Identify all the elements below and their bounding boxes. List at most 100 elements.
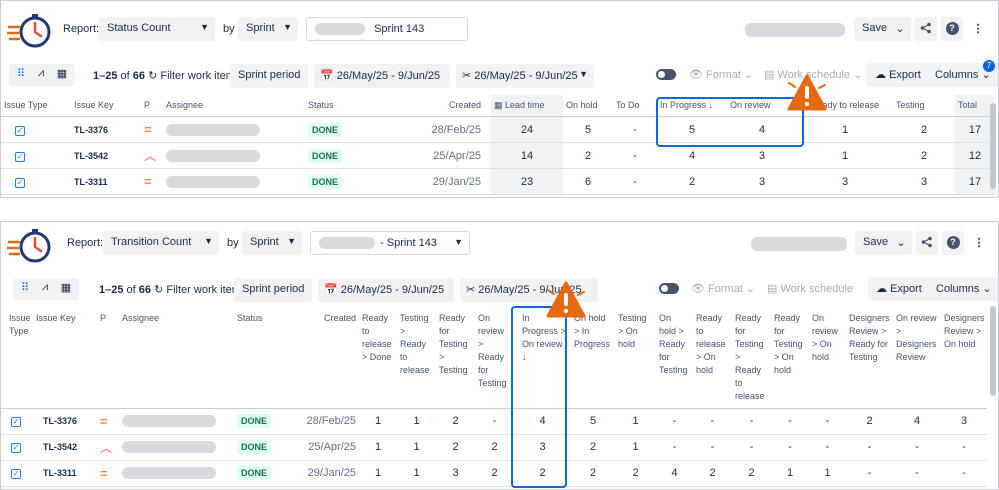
- toggle-switch[interactable]: [656, 69, 676, 80]
- group-by-select[interactable]: Sprint ▼: [242, 231, 302, 255]
- col-priority[interactable]: P: [141, 95, 163, 117]
- col-status[interactable]: Status: [305, 95, 415, 117]
- col-in-progress[interactable]: In Progress ↓: [657, 95, 727, 117]
- col-issue-key[interactable]: Issue Key: [33, 308, 97, 408]
- export-button[interactable]: ☁ Export: [867, 63, 929, 87]
- period-select[interactable]: Sprint period: [234, 278, 312, 302]
- col-issue-key[interactable]: Issue Key: [71, 95, 141, 117]
- issue-key[interactable]: TL-3311: [33, 460, 97, 486]
- col-transition-3[interactable]: Ready for Testing > Testing: [436, 308, 475, 408]
- refresh-icon[interactable]: ↻: [154, 284, 163, 296]
- col-transition-4[interactable]: On review > Ready for Testing: [475, 308, 514, 408]
- col-on-hold[interactable]: On hold: [563, 95, 613, 117]
- col-transition-8[interactable]: On hold > Ready for Testing: [656, 308, 693, 408]
- col-created[interactable]: Created: [415, 95, 491, 117]
- scissors-icon: ✂: [466, 284, 475, 296]
- table-row[interactable]: ✓ TL-3311 = DONE 29/Jan/25 1 1 3 2 2 2 2…: [1, 460, 987, 486]
- status-cell: DONE: [227, 408, 299, 434]
- pivot-view-icon[interactable]: ▦: [52, 67, 72, 83]
- issue-type-cell: ✓: [1, 143, 71, 169]
- more-button[interactable]: ⋮: [968, 231, 990, 255]
- trim-range-select[interactable]: ✂ 26/May/25 - 9/Jun/25 ▼: [456, 64, 594, 88]
- save-options-button[interactable]: ⌄: [890, 231, 912, 255]
- toggle-switch[interactable]: [659, 283, 679, 294]
- col-issue-type[interactable]: Issue Type: [1, 308, 33, 408]
- col-transition-15[interactable]: Designers Review > On hold: [941, 308, 987, 408]
- share-button[interactable]: [916, 231, 938, 255]
- col-status[interactable]: Status: [227, 308, 299, 408]
- status-badge: DONE: [237, 414, 271, 428]
- chevron-down-icon: ▼: [204, 236, 213, 246]
- issue-key[interactable]: TL-3311: [71, 169, 141, 195]
- group-by-select[interactable]: Sprint ▼: [238, 17, 298, 41]
- issue-key[interactable]: TL-3376: [71, 117, 141, 143]
- format-button: 👁 Format ⌄: [691, 282, 755, 295]
- col-to-do[interactable]: To Do: [613, 95, 657, 117]
- redacted-text: [166, 150, 260, 162]
- chevron-down-icon: ▼: [283, 22, 292, 32]
- chart-view-icon[interactable]: ⩘: [31, 67, 51, 83]
- list-view-icon[interactable]: ⠿: [11, 67, 31, 83]
- count-of: of: [127, 284, 136, 296]
- vertical-scrollbar[interactable]: [990, 306, 996, 396]
- col-transition-7[interactable]: Testing > On hold: [615, 308, 656, 408]
- col-transition-5[interactable]: In Progress > On review ↓: [514, 308, 571, 408]
- table-row[interactable]: ✓ TL-3542 ︿ DONE 25/Apr/25 1 1 2 2 3 2 1…: [1, 434, 987, 460]
- pivot-view-icon[interactable]: ▦: [56, 281, 76, 297]
- col-issue-type[interactable]: Issue Type: [1, 95, 71, 117]
- date-range-select[interactable]: 📅 26/May/25 - 9/Jun/25: [318, 278, 454, 302]
- col-priority[interactable]: P: [97, 308, 119, 408]
- report-select[interactable]: Status Count ▼: [99, 17, 215, 41]
- columns-button[interactable]: Columns ⌄: [928, 277, 999, 301]
- col-transition-14[interactable]: On review > Designers Review: [893, 308, 941, 408]
- col-total[interactable]: Total: [955, 95, 995, 117]
- col-transition-9[interactable]: Ready to release > On hold: [693, 308, 732, 408]
- list-view-icon[interactable]: ⠿: [15, 281, 35, 297]
- col-transition-12[interactable]: On review > On hold: [809, 308, 846, 408]
- more-button[interactable]: ⋮: [967, 17, 989, 41]
- issue-key[interactable]: TL-3376: [33, 408, 97, 434]
- share-button[interactable]: [915, 17, 937, 41]
- lead-time-value: 23: [491, 169, 563, 195]
- table-row[interactable]: ✓ TL-3542 ︿ DONE 25/Apr/25 14 2 - 4 3 1 …: [1, 143, 995, 169]
- help-button[interactable]: ?: [941, 17, 963, 41]
- sprint-select[interactable]: Sprint 143: [306, 17, 468, 41]
- col-created[interactable]: Created: [299, 308, 359, 408]
- sprint-select[interactable]: - Sprint 143 ▼: [310, 231, 470, 255]
- col-transition-10[interactable]: Ready for Testing > Ready to release: [732, 308, 771, 408]
- col-transition-1[interactable]: Ready to release > Done: [359, 308, 397, 408]
- work-schedule-button: ▤ Work schedule: [767, 282, 853, 295]
- table-row[interactable]: ✓ TL-3376 = DONE 28/Feb/25 24 5 - 5 4 1 …: [1, 117, 995, 143]
- table-row[interactable]: ✓ TL-3311 = DONE 29/Jan/25 23 6 - 2 3 3 …: [1, 169, 995, 195]
- issue-type-cell: ✓: [1, 117, 71, 143]
- save-options-button[interactable]: ⌄: [889, 17, 911, 41]
- col-lead-time[interactable]: ▦ Lead time: [491, 95, 563, 117]
- col-transition-13[interactable]: Designers Review > Ready for Testing: [846, 308, 893, 408]
- status-count-table: Issue Type Issue Key P Assignee Status C…: [1, 95, 995, 195]
- sprint-select-value: - Sprint 143: [380, 237, 437, 249]
- col-testing[interactable]: Testing: [893, 95, 955, 117]
- period-value: Sprint period: [242, 283, 304, 295]
- period-select[interactable]: Sprint period: [230, 64, 308, 88]
- transition-count-table: Issue Type Issue Key P Assignee Status C…: [1, 308, 987, 487]
- col-transition-6[interactable]: On hold > In Progress: [571, 308, 615, 408]
- transition-value: 2: [571, 434, 615, 460]
- refresh-icon[interactable]: ↻: [148, 70, 157, 82]
- issue-key[interactable]: TL-3542: [71, 143, 141, 169]
- work-schedule-label: Work schedule: [780, 283, 853, 295]
- help-button[interactable]: ?: [942, 231, 964, 255]
- col-transition-2[interactable]: Testing > Ready to release: [397, 308, 436, 408]
- table-row[interactable]: ✓ TL-3376 = DONE 28/Feb/25 1 1 2 - 4 5 1…: [1, 408, 987, 434]
- col-assignee[interactable]: Assignee: [163, 95, 305, 117]
- chevron-down-icon: ⌄: [896, 237, 905, 249]
- vertical-scrollbar[interactable]: [990, 103, 996, 189]
- save-button-label: Save: [863, 236, 888, 248]
- chart-view-icon[interactable]: ⩘: [35, 281, 55, 297]
- col-transition-11[interactable]: Ready for Testing > On hold: [771, 308, 809, 408]
- issue-key[interactable]: TL-3542: [33, 434, 97, 460]
- report-select[interactable]: Transition Count ▼: [103, 231, 219, 255]
- export-button[interactable]: ☁ Export: [868, 277, 930, 301]
- col-assignee[interactable]: Assignee: [119, 308, 227, 408]
- date-range-select[interactable]: 📅 26/May/25 - 9/Jun/25: [314, 64, 450, 88]
- priority-high-icon: ︿: [141, 143, 163, 169]
